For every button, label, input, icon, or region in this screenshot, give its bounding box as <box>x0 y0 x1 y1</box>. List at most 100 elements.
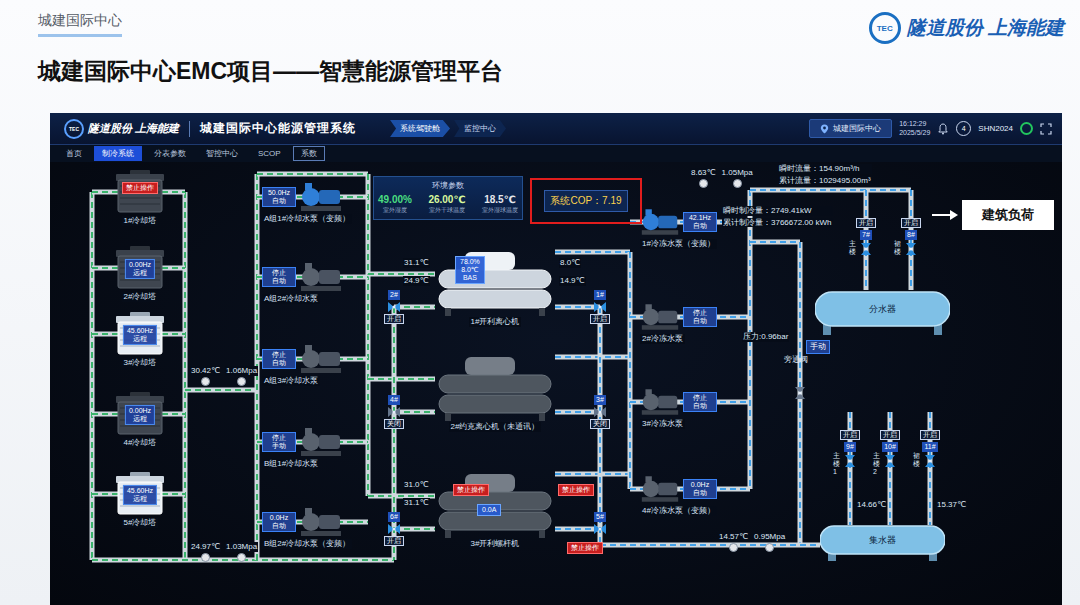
return-valve[interactable]: 开启11#裙楼 <box>912 430 948 468</box>
cooling-pipe <box>366 174 371 496</box>
bypass-mode[interactable]: 手动 <box>806 340 830 354</box>
site-name: 城建国际中心 <box>833 123 881 134</box>
chilled-water-pump[interactable]: 42.1Hz自动1#冷冻水泵（变频） <box>640 207 717 249</box>
valve-icon <box>387 300 401 314</box>
chiller[interactable]: 3#开利螺杆机0.0A31.0℃31.1℃禁止操作禁止操作禁止操作6#开启5# <box>435 472 555 549</box>
app-title: 城建国际中心能源管理系统 <box>200 120 356 137</box>
chilled-pipe <box>555 250 630 255</box>
app-logo-mark: TEC <box>64 119 84 139</box>
supply-valve[interactable]: 开启7#主楼 <box>848 218 884 256</box>
cooling-water-pump[interactable]: 0.0Hz自动B组2#冷却水泵（变频） <box>262 507 352 549</box>
cooling-pipe-flow <box>368 495 435 497</box>
chilled-pipe-flow <box>849 412 851 525</box>
pump-state: 50.0Hz <box>268 189 290 197</box>
fullscreen-icon[interactable] <box>1040 123 1052 135</box>
tower-frequency: 0.00Hz <box>129 407 151 415</box>
tab[interactable]: 制冷系统 <box>94 146 142 161</box>
site-button[interactable]: 城建国际中心 <box>809 119 892 138</box>
cooling-pipe <box>368 377 435 382</box>
pump-icon <box>640 474 680 504</box>
branch-label: 主楼1 <box>833 452 840 475</box>
branch-label: 裙楼 <box>913 452 920 467</box>
readout-value: BAS <box>463 274 477 282</box>
chiller-valve[interactable]: 1#开启 <box>585 290 615 324</box>
cooling-water-pump[interactable]: 50.0Hz自动A组1#冷却水泵（变频） <box>262 182 352 224</box>
valve-tag: 5# <box>594 512 606 522</box>
chiller-valve[interactable]: 3#关闭 <box>585 395 615 429</box>
pump-icon <box>299 507 343 537</box>
chilled-water-pump[interactable]: 0.0Hz自动4#冷冻水泵（变频） <box>640 474 717 516</box>
pump-icon <box>640 387 680 417</box>
cooling-pipe-flow <box>184 192 186 560</box>
pump-status: 停止自动 <box>262 349 296 370</box>
valve-tag: 7# <box>860 230 872 240</box>
tab[interactable]: 分表参数 <box>146 146 194 161</box>
environment-item: 49.00%室外湿度 <box>378 194 412 215</box>
valve-body: 裙楼 <box>923 454 937 468</box>
chiller-valve[interactable]: 6#开启 <box>379 512 409 546</box>
temperature-value: 8.63℃ <box>690 168 717 178</box>
tank-label: 集水器 <box>869 534 896 547</box>
cooling-pipe <box>90 192 95 560</box>
bypass-label: 旁通阀 <box>784 356 792 365</box>
supply-valve[interactable]: 开启8#裙楼 <box>893 218 929 256</box>
pressure-gauge-icon <box>765 543 774 552</box>
pump-row: 42.1Hz自动 <box>640 207 717 237</box>
valve-tag: 4# <box>388 395 400 405</box>
thermometer-icon <box>201 553 210 562</box>
cooling-tower[interactable]: 禁止操作1#冷却塔 <box>105 170 175 226</box>
tower-label: 3#冷却塔 <box>122 358 159 368</box>
cooling-water-pump[interactable]: 停止手动B组1#冷却水泵 <box>262 427 343 469</box>
tower-frequency: 45.60Hz <box>127 327 153 335</box>
chiller[interactable]: 2#约克离心机（未通讯）4#关闭3#关闭 <box>435 355 555 432</box>
tab[interactable]: 智控中心 <box>198 146 246 161</box>
tower-status: 45.60Hz远程 <box>123 325 157 345</box>
chiller-valve[interactable]: 2#开启 <box>379 290 409 324</box>
chilled-water-pump[interactable]: 停止自动3#冷冻水泵 <box>640 387 717 429</box>
pump-icon <box>640 207 680 237</box>
cooling-water-pump[interactable]: 停止自动A组3#冷却水泵 <box>262 344 343 386</box>
breadcrumb-item[interactable]: 系统驾驶舱 <box>390 120 450 137</box>
notification-count[interactable]: 4 <box>956 121 971 136</box>
environment-label: 室外湿球温度 <box>482 206 518 215</box>
chilled-pipe <box>555 527 600 532</box>
cooling-water-pump[interactable]: 停止自动A组2#冷却水泵 <box>262 262 343 304</box>
branch-label: 主楼2 <box>873 452 880 475</box>
environment-value: 26.00℃ <box>428 194 465 205</box>
pump-row: 50.0Hz自动 <box>262 182 343 212</box>
chiller[interactable]: 1#开利离心机78.0%8.0℃BAS31.1℃24.9℃8.0℃14.9℃2#… <box>435 250 555 327</box>
cooling-tower[interactable]: 0.00Hz远程4#冷却塔 <box>105 392 175 448</box>
flow-meter: 瞬时流量：154.90m³/h累计流量：1029495.00m³ <box>778 164 872 185</box>
tower-mode: 远程 <box>133 335 147 343</box>
cooling-pipe-flow <box>394 411 435 413</box>
return-header: 集水器 <box>820 525 945 561</box>
return-valve[interactable]: 开启10#主楼2 <box>872 430 908 468</box>
tab[interactable]: 系数 <box>293 146 325 161</box>
pump-status: 42.1Hz自动 <box>683 212 717 233</box>
cooling-tower[interactable]: 45.60Hz远程5#冷却塔 <box>105 472 175 528</box>
tower-status: 0.00Hz远程 <box>125 259 155 279</box>
bell-icon[interactable] <box>937 123 949 135</box>
tab[interactable]: SCOP <box>250 147 289 160</box>
tower-mode: 远程 <box>133 415 147 423</box>
cooling-pipe <box>394 305 435 310</box>
tab[interactable]: 首页 <box>58 146 90 161</box>
tower-status: 0.00Hz远程 <box>125 405 155 425</box>
pump-mode: 自动 <box>272 277 286 285</box>
return-valve[interactable]: 开启9#主楼1 <box>832 430 868 468</box>
app-logo: TEC隧道股份 上海能建 <box>64 119 179 139</box>
chilled-water-pump[interactable]: 停止自动2#冷冻水泵 <box>640 302 717 344</box>
locked-badge: 禁止操作 <box>122 182 158 194</box>
valve-tag: 3# <box>594 395 606 405</box>
breadcrumb-item[interactable]: 监控中心 <box>454 120 506 137</box>
chilled-pipe <box>888 412 893 525</box>
chiller-valve[interactable]: 4#关闭 <box>379 395 409 429</box>
bypass-valve-icon[interactable] <box>793 386 807 400</box>
cooling-tower[interactable]: 45.60Hz远程 3#冷却塔 <box>105 312 175 368</box>
user-name[interactable]: SHN2024 <box>978 124 1013 133</box>
branch-temperature: 15.37℃ <box>936 500 967 510</box>
chiller-valve[interactable]: 5# <box>585 512 615 536</box>
pump-row: 0.0Hz自动 <box>640 474 717 504</box>
cooling-tower[interactable]: 0.00Hz远程2#冷却塔 <box>105 246 175 302</box>
pump-label: 2#冷冻水泵 <box>640 334 685 344</box>
